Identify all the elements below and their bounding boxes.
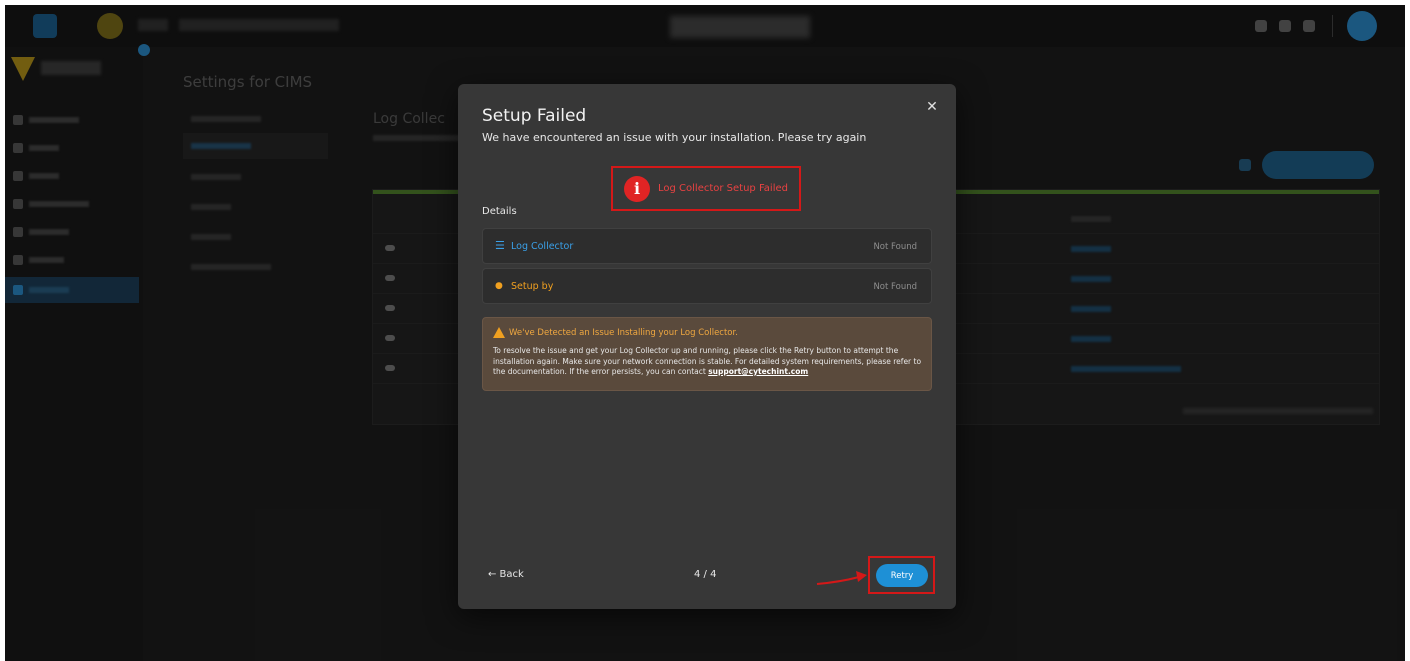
- setup-status-text: Log Collector Setup Failed: [658, 183, 788, 194]
- warning-alert: We've Detected an Issue Installing your …: [482, 317, 932, 391]
- warning-body: To resolve the issue and get your Log Co…: [493, 346, 925, 378]
- annotation-arrow-icon: [816, 571, 867, 585]
- detail-log-collector: ☰ Log Collector Not Found: [482, 228, 932, 264]
- warning-title: We've Detected an Issue Installing your …: [509, 327, 738, 338]
- dialog-title: Setup Failed: [482, 106, 587, 126]
- back-button[interactable]: ← Back: [488, 569, 524, 580]
- details-label: Details: [482, 206, 517, 217]
- retry-button[interactable]: Retry: [876, 564, 928, 587]
- close-icon[interactable]: ✕: [924, 99, 940, 115]
- list-icon: ☰: [495, 239, 505, 252]
- detail-status: Not Found: [873, 242, 917, 252]
- step-indicator: 4 / 4: [694, 569, 717, 580]
- warning-icon: [493, 327, 505, 338]
- dialog-subtitle: We have encountered an issue with your i…: [482, 131, 867, 144]
- detail-label: Log Collector: [511, 241, 574, 252]
- detail-setup-by: ● Setup by Not Found: [482, 268, 932, 304]
- setup-status-banner: i Log Collector Setup Failed: [611, 166, 801, 211]
- info-icon: i: [624, 175, 650, 202]
- user-icon: ●: [495, 281, 503, 291]
- setup-failed-dialog: Setup Failed We have encountered an issu…: [458, 84, 956, 609]
- detail-status: Not Found: [873, 282, 917, 292]
- support-email-link[interactable]: support@cytechint.com: [708, 367, 808, 376]
- detail-label: Setup by: [511, 281, 554, 292]
